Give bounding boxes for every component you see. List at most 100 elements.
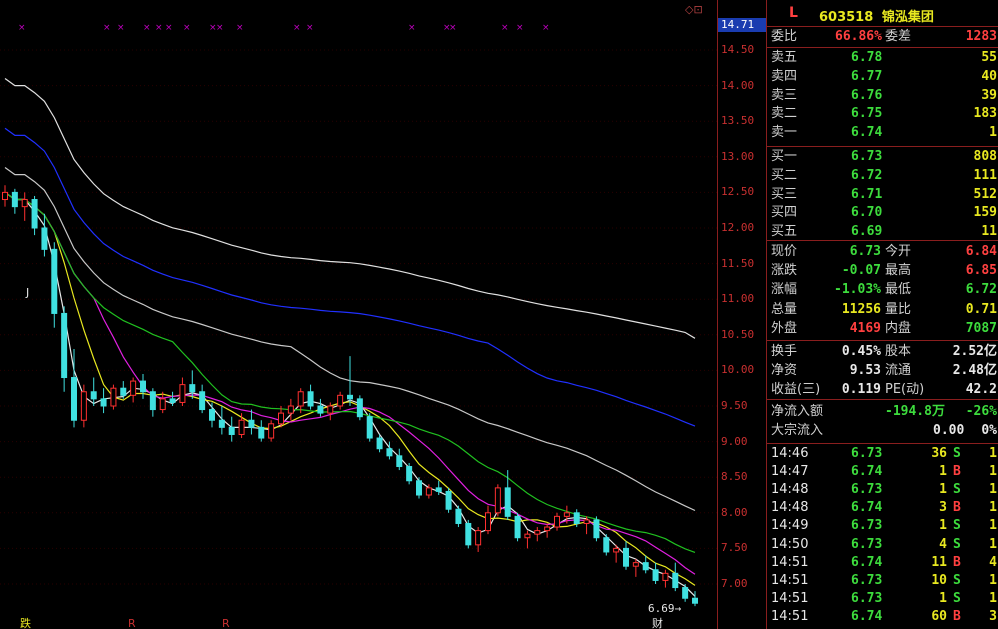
candle-body [425, 487, 432, 496]
weibi-label: 委比 [771, 29, 798, 44]
quote-row: 总量 11256 量比 0.71 [767, 301, 998, 319]
net-flow-label: 净流入额 [771, 404, 824, 419]
asks-price: 6.75 [851, 106, 883, 122]
quote-value: 6.85 [965, 263, 997, 279]
kline-svg: 6.69→× × × × × × × × × × × × × ×× × × ×J跌 R R 财 [0, 23, 717, 629]
block-flow-value: 0.00 [933, 423, 965, 438]
candle-body [347, 394, 353, 400]
tick-price: 6.74 [851, 608, 883, 624]
weibi-row: 委比 66.86% 委差 1283 [767, 28, 998, 46]
kline-chart[interactable]: 6.69→ × × × × × × × × × × × × × × × × × × J 跌 R R 财 ◇⊡ [0, 0, 717, 629]
candle-body [11, 191, 18, 208]
candle-body [672, 572, 679, 589]
asks-row[interactable]: 卖一 6.74 1 [767, 124, 998, 142]
quote-row: 涨幅 -1.03% 最低 6.72 [767, 281, 998, 299]
quote-label: 最高 [885, 263, 912, 279]
price-tick-label: 14.50 [721, 43, 755, 56]
bids-row[interactable]: 买二 6.72 111 [767, 167, 998, 185]
tick-time: 14:48 [771, 500, 809, 516]
tick-count: 1 [989, 446, 997, 461]
bids-row[interactable]: 买五 6.69 11 [767, 223, 998, 241]
asks-row[interactable]: 卖四 6.77 40 [767, 68, 998, 86]
asks-volume: 183 [973, 106, 997, 122]
event-marker: × [216, 23, 224, 33]
tick-count: 1 [989, 500, 997, 516]
candle-body [593, 519, 600, 539]
trade-tick-row: 14:51 6.74 11 B 4 [767, 554, 998, 572]
ma60-line [4, 167, 696, 512]
quote-value: -0.07 [841, 263, 881, 279]
candle-body [544, 526, 551, 532]
asks-row[interactable]: 卖二 6.75 183 [767, 105, 998, 123]
asks-row[interactable]: 卖五 6.78 55 [767, 49, 998, 67]
candle-body [31, 199, 38, 229]
quote-value: 6.72 [965, 282, 997, 298]
quote-label: 外盘 [771, 320, 798, 336]
event-marker: × [449, 23, 457, 33]
candle-body [307, 391, 314, 407]
candle-body [159, 398, 166, 411]
quote-label: 量比 [885, 301, 912, 317]
chart-toggle-icon[interactable]: ◇⊡ [685, 3, 703, 16]
tick-side: B [953, 500, 961, 516]
quote-label: 最低 [885, 282, 912, 298]
block-flow-row: 大宗流入 0.00 0% [767, 422, 998, 440]
quote-value: 4169 [849, 320, 881, 336]
bids-row[interactable]: 买三 6.71 512 [767, 186, 998, 204]
stock-title: 603518 锦泓集团 [819, 6, 934, 25]
bottom-event-tag: 跌 [20, 616, 31, 629]
tick-time: 14:47 [771, 464, 809, 480]
tick-count: 1 [989, 590, 997, 606]
candle-body [682, 587, 689, 599]
bottom-event-tag: R [128, 617, 136, 629]
tick-price: 6.74 [851, 464, 883, 480]
divider [767, 26, 998, 27]
event-marker: × [293, 23, 301, 33]
event-marker: × [516, 23, 524, 33]
candle-body [140, 380, 146, 393]
current-price-tag: 14.71 [718, 18, 766, 32]
candle-body [21, 199, 28, 208]
bids-row[interactable]: 买四 6.70 159 [767, 204, 998, 222]
trade-tick-row: 14:46 6.73 36 S 1 [767, 445, 998, 463]
candle-body [80, 391, 87, 421]
bids-volume: 159 [973, 205, 997, 221]
bids-price: 6.72 [851, 167, 883, 183]
tick-count: 1 [989, 536, 997, 552]
price-tick-label: 8.50 [721, 470, 748, 484]
candle-body [396, 455, 403, 468]
quote-value: 11256 [841, 301, 881, 317]
bids-row[interactable]: 买一 6.73 808 [767, 148, 998, 166]
tick-time: 14:51 [771, 608, 809, 624]
event-marker: × [143, 23, 151, 33]
candle-body [90, 391, 97, 400]
candle-body [445, 490, 452, 510]
j-marker: J [25, 286, 29, 299]
candle-body [603, 537, 610, 553]
tick-volume: 1 [939, 464, 947, 480]
asks-volume: 40 [981, 68, 997, 84]
event-marker: × [306, 23, 314, 33]
quote-label: 总量 [771, 301, 798, 317]
candle-body [71, 377, 77, 421]
asks-row[interactable]: 卖三 6.76 39 [767, 87, 998, 105]
divider [767, 240, 998, 241]
candle-body [41, 227, 48, 250]
candle-body [534, 530, 541, 535]
candle-body [465, 522, 472, 546]
bids-volume: 111 [973, 167, 997, 183]
bottom-event-tag: R [222, 617, 230, 629]
bids-label: 买四 [771, 205, 798, 221]
bids-volume: 11 [981, 224, 997, 240]
asks-price: 6.77 [851, 68, 883, 84]
candle-body [179, 384, 186, 403]
bids-label: 买二 [771, 167, 798, 183]
candle-body [623, 547, 629, 567]
tick-count: 1 [989, 518, 997, 534]
trade-tick-row: 14:47 6.74 1 B 1 [767, 463, 998, 481]
candle-body [494, 487, 501, 514]
quote-value: 7087 [965, 320, 997, 336]
event-marker: × [183, 23, 191, 33]
bids-price: 6.71 [851, 186, 883, 202]
finance-label: 换手 [771, 344, 798, 359]
